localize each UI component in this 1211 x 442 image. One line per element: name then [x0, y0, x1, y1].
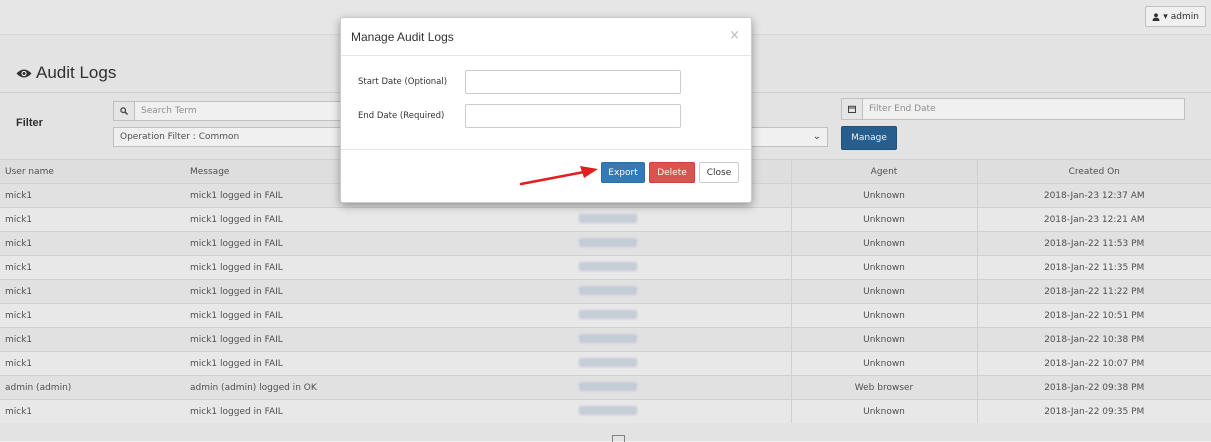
modal-header: Manage Audit Logs × [341, 18, 751, 56]
close-button[interactable]: Close [699, 162, 739, 183]
start-date-row: Start Date (Optional) [341, 70, 751, 94]
start-date-label: Start Date (Optional) [358, 77, 448, 87]
delete-button[interactable]: Delete [649, 162, 695, 183]
annotation-arrow-icon [519, 166, 598, 186]
export-button[interactable]: Export [601, 162, 645, 183]
start-date-input[interactable] [465, 70, 681, 94]
end-date-label: End Date (Required) [358, 111, 445, 121]
modal-title: Manage Audit Logs [351, 30, 454, 44]
end-date-row: End Date (Required) [341, 104, 751, 128]
close-icon[interactable]: × [729, 28, 740, 43]
end-date-input[interactable] [465, 104, 681, 128]
